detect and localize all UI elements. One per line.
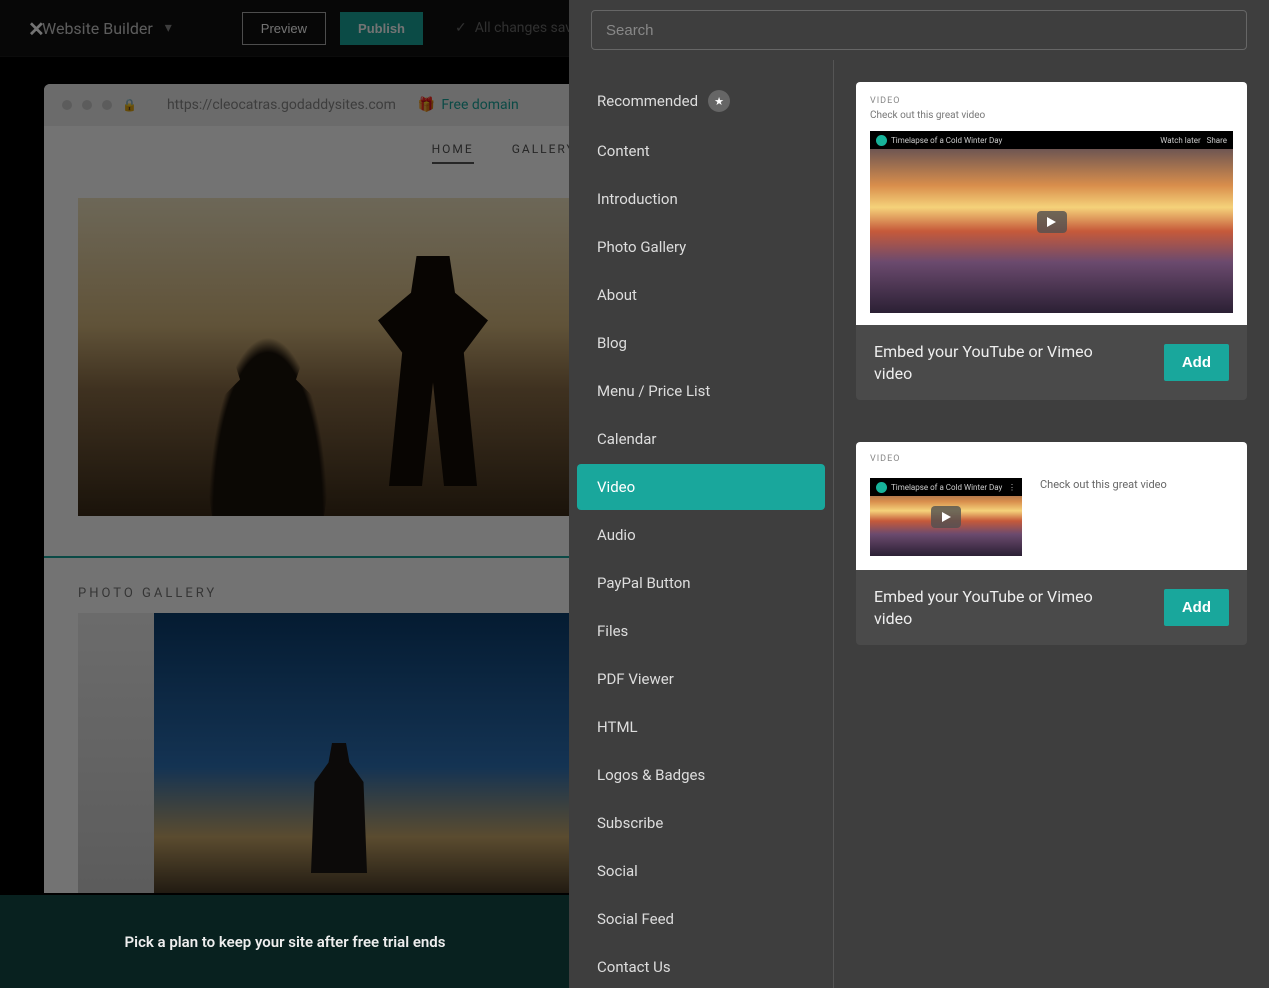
category-item[interactable]: Menu / Price List [577,368,825,414]
category-item[interactable]: HTML [577,704,825,750]
card-footer: Embed your YouTube or Vimeo video Add [856,325,1247,400]
avatar-icon [876,135,887,146]
category-label: About [597,286,637,304]
card-footer: Embed your YouTube or Vimeo video Add [856,570,1247,645]
add-button[interactable]: Add [1164,344,1229,381]
category-item[interactable]: PayPal Button [577,560,825,606]
category-label: Video [597,478,635,496]
video-thumb-title: Timelapse of a Cold Winter Day [891,136,1002,145]
category-label: Files [597,622,628,640]
play-icon [931,506,961,528]
category-label: Menu / Price List [597,382,710,400]
category-label: PayPal Button [597,574,691,592]
category-label: Blog [597,334,627,352]
more-icon: ⋮ [1008,483,1016,492]
card-description: Embed your YouTube or Vimeo video [874,341,1094,384]
category-label: Social Feed [597,910,674,928]
category-item[interactable]: Social [577,848,825,894]
category-label: Audio [597,526,636,544]
category-label: HTML [597,718,638,736]
category-item[interactable]: Social Feed [577,896,825,942]
video-thumbnail[interactable]: Timelapse of a Cold Winter Day ⋮ [870,478,1022,556]
watch-later-icon: Watch later [1160,136,1200,145]
video-thumb-title: Timelapse of a Cold Winter Day [891,483,1002,492]
video-thumb-bar: Timelapse of a Cold Winter Day Watch lat… [870,131,1233,149]
trial-banner[interactable]: Pick a plan to keep your site after free… [0,895,570,988]
play-icon [1037,211,1067,233]
category-item[interactable]: Photo Gallery [577,224,825,270]
category-item[interactable]: Files [577,608,825,654]
avatar-icon [876,482,887,493]
card-subtext: Check out this great video [870,110,1233,121]
add-section-panel: Recommended ★ Content Introduction Photo Gal… [569,0,1269,988]
card-eyebrow: VIDEO [870,96,1233,106]
category-label: Calendar [597,430,657,448]
card-description: Embed your YouTube or Vimeo video [874,586,1094,629]
category-item[interactable]: Recommended ★ [577,76,825,126]
category-item[interactable]: Contact Us [577,944,825,988]
category-label: Contact Us [597,958,671,976]
category-item[interactable]: Calendar [577,416,825,462]
share-icon: Share [1207,136,1227,145]
category-label: Subscribe [597,814,663,832]
category-label: Introduction [597,190,678,208]
star-icon: ★ [708,90,730,112]
category-item[interactable]: PDF Viewer [577,656,825,702]
category-item[interactable]: Subscribe [577,800,825,846]
card-eyebrow: VIDEO [870,454,1233,464]
search-wrap [569,0,1269,60]
card-row: Timelapse of a Cold Winter Day ⋮ Check o… [856,464,1247,570]
section-cards: VIDEO Check out this great video Timelap… [834,60,1269,988]
category-item[interactable]: Content [577,128,825,174]
category-label: Photo Gallery [597,238,686,256]
card-subtext: Check out this great video [1040,478,1233,491]
panel-body: Recommended ★ Content Introduction Photo Gal… [569,60,1269,988]
category-item[interactable]: Video [577,464,825,510]
add-button[interactable]: Add [1164,589,1229,626]
card-header: VIDEO Check out this great video Timelap… [856,82,1247,325]
video-thumbnail[interactable]: Timelapse of a Cold Winter Day Watch lat… [870,131,1233,313]
trial-banner-text: Pick a plan to keep your site after free… [125,933,446,951]
search-input[interactable] [591,10,1247,50]
category-label: Social [597,862,638,880]
category-item[interactable]: Blog [577,320,825,366]
section-card-video-large: VIDEO Check out this great video Timelap… [856,82,1247,325]
category-label: Content [597,142,650,160]
category-item[interactable]: Introduction [577,176,825,222]
category-item[interactable]: Audio [577,512,825,558]
section-card-video-small: VIDEO Timelapse of a Cold Winter Day ⋮ [856,442,1247,570]
category-label: Recommended [597,92,698,110]
video-thumb-bar: Timelapse of a Cold Winter Day ⋮ [870,478,1022,496]
category-list: Recommended ★ Content Introduction Photo Gal… [569,60,834,988]
category-item[interactable]: About [577,272,825,318]
category-label: PDF Viewer [597,670,674,688]
category-item[interactable]: Logos & Badges [577,752,825,798]
category-label: Logos & Badges [597,766,705,784]
